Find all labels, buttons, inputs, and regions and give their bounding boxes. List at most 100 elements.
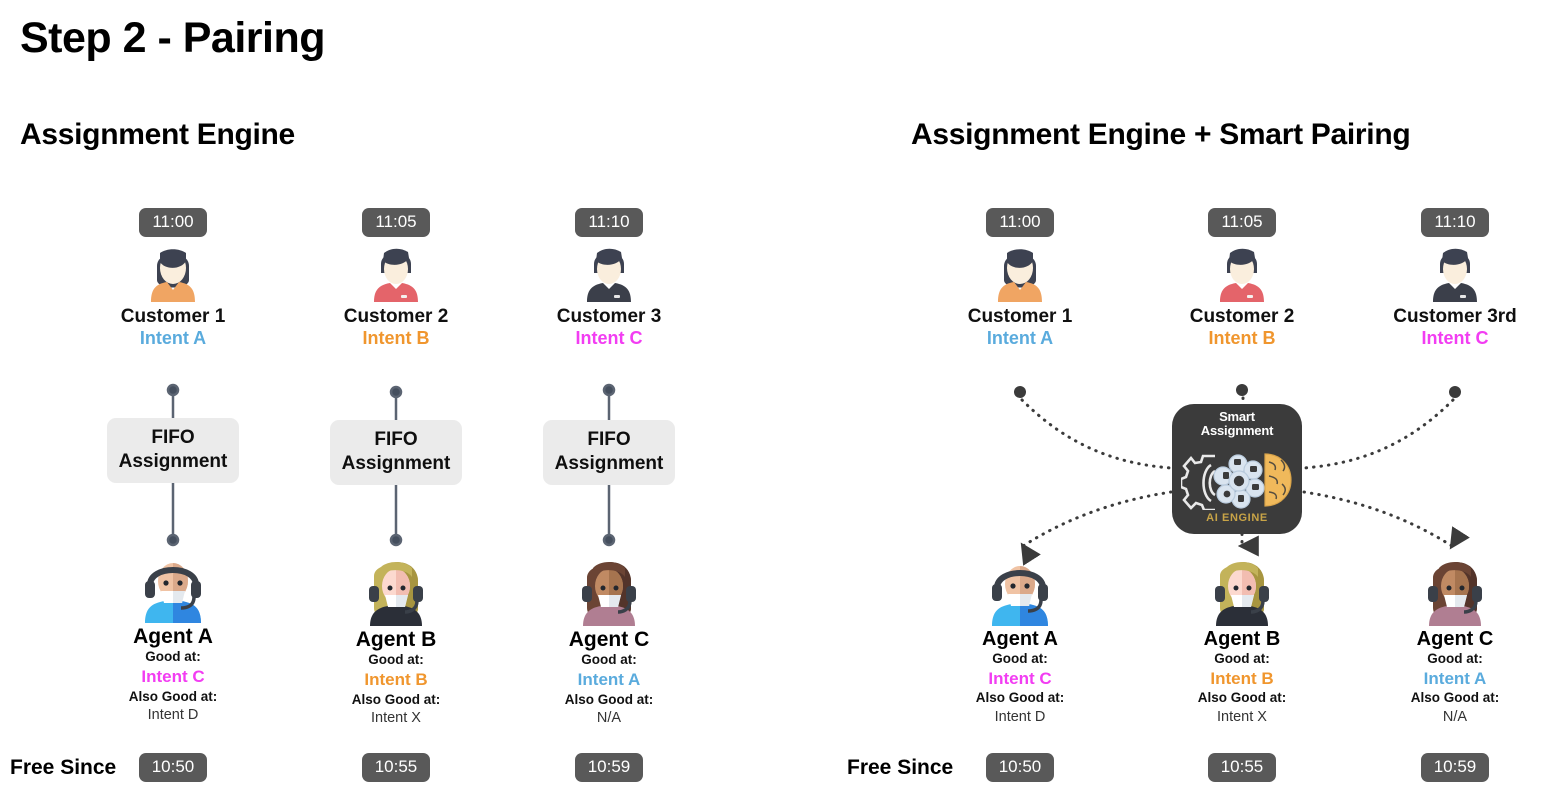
agent-free-since-chip: 10:55 bbox=[361, 753, 431, 782]
agent-name: Agent C bbox=[1416, 628, 1494, 650]
fifo-line1: FIFO bbox=[151, 427, 195, 448]
agent-name: Agent A bbox=[982, 628, 1058, 650]
fifo-box-3[interactable]: FIFO Assignment bbox=[529, 420, 689, 485]
also-good-at-value: Intent X bbox=[1217, 708, 1267, 725]
good-at-label: Good at: bbox=[1214, 651, 1270, 666]
left-customer-col-2: 11:05 Customer 2 Intent B bbox=[316, 208, 476, 351]
good-at-value: Intent B bbox=[364, 670, 428, 690]
left-agent-col-2: Agent B Good at: Intent B Also Good at: … bbox=[316, 553, 476, 728]
agent-name: Agent C bbox=[568, 628, 650, 651]
also-good-at-label: Also Good at: bbox=[1410, 690, 1500, 706]
also-good-at-label: Also Good at: bbox=[1197, 690, 1287, 706]
customer-intent: Intent C bbox=[575, 328, 643, 349]
agent-free-since-chip: 10:55 bbox=[1207, 753, 1277, 782]
right-customer-col-3: 11:10 Customer 3rd Intent C bbox=[1375, 208, 1535, 351]
right-agent-col-2: Agent B Good at: Intent B Also Good at: … bbox=[1162, 553, 1322, 727]
left-free-chip-2: 10:55 bbox=[316, 753, 476, 782]
also-good-at-value: Intent D bbox=[147, 706, 199, 723]
gear-chip-brain-icon bbox=[1181, 453, 1292, 510]
right-customer-col-2: 11:05 Customer 2 Intent B bbox=[1162, 208, 1322, 351]
agent-name: Agent B bbox=[355, 628, 437, 651]
also-good-at-label: Also Good at: bbox=[128, 688, 218, 704]
right-free-chip-1: 10:50 bbox=[940, 753, 1100, 782]
agent-avatar-b bbox=[369, 562, 423, 626]
agent-avatar-c bbox=[582, 562, 636, 626]
agent-name: Agent A bbox=[133, 625, 213, 648]
agent-avatar-a bbox=[992, 566, 1048, 626]
good-at-label: Good at: bbox=[992, 651, 1048, 666]
also-good-at-label: Also Good at: bbox=[351, 691, 441, 707]
left-agent-col-3: Agent C Good at: Intent A Also Good at: … bbox=[529, 553, 689, 728]
also-good-at-value: N/A bbox=[596, 709, 622, 726]
ai-engine-label: AI ENGINE bbox=[1206, 512, 1268, 524]
customer-intent: Intent B bbox=[362, 328, 430, 349]
good-at-value: Intent B bbox=[1210, 669, 1274, 689]
customer-avatar-male-dark bbox=[587, 248, 631, 302]
left-free-chip-1: 10:50 bbox=[93, 753, 253, 782]
customer-name: Customer 2 bbox=[1189, 305, 1295, 327]
agent-avatar-a bbox=[145, 563, 201, 623]
customer-name: Customer 1 bbox=[967, 305, 1073, 327]
free-since-label-right: Free Since bbox=[847, 756, 954, 779]
right-customer-col-1: 11:00 Customer 1 Intent A bbox=[940, 208, 1100, 351]
page-title: Step 2 - Pairing bbox=[20, 14, 326, 62]
left-agent-col-1: Agent A Good at: Intent C Also Good at: … bbox=[93, 550, 253, 725]
customer-name: Customer 3rd bbox=[1393, 305, 1517, 327]
right-agent-col-3: Agent C Good at: Intent A Also Good at: … bbox=[1375, 553, 1535, 727]
customer-time-chip: 11:00 bbox=[139, 208, 207, 237]
left-customer-col-3: 11:10 Customer 3 Intent C bbox=[529, 208, 689, 351]
pairing-diagram: Step 2 - Pairing Assignment Engine Assig… bbox=[0, 0, 1568, 788]
fifo-box-1[interactable]: FIFO Assignment bbox=[93, 418, 253, 483]
agent-avatar-b bbox=[1215, 562, 1269, 626]
agent-free-since-chip: 10:50 bbox=[138, 753, 208, 782]
customer-avatar-female-orange bbox=[151, 248, 195, 302]
right-free-chip-2: 10:55 bbox=[1162, 753, 1322, 782]
panel-title-assignment-engine: Assignment Engine bbox=[20, 118, 295, 151]
left-free-chip-3: 10:59 bbox=[529, 753, 689, 782]
good-at-label: Good at: bbox=[368, 652, 424, 668]
good-at-value: Intent A bbox=[1423, 669, 1487, 689]
agent-avatar-c bbox=[1428, 562, 1482, 626]
fifo-line1: FIFO bbox=[587, 429, 631, 450]
agent-name: Agent B bbox=[1203, 628, 1281, 650]
fifo-line2: Assignment bbox=[554, 452, 664, 474]
right-agent-col-1: Agent A Good at: Intent C Also Good at: … bbox=[940, 553, 1100, 727]
fifo-line1: FIFO bbox=[374, 429, 418, 450]
customer-time-chip: 11:10 bbox=[1421, 208, 1489, 237]
good-at-label: Good at: bbox=[1427, 651, 1483, 666]
fifo-line2: Assignment bbox=[341, 452, 451, 474]
customer-time-chip: 11:00 bbox=[986, 208, 1054, 237]
panel-title-smart-pairing: Assignment Engine + Smart Pairing bbox=[911, 118, 1411, 151]
smart-assignment-engine-box[interactable]: Smart Assignment AI ENGINE bbox=[1172, 404, 1302, 534]
fifo-box-2[interactable]: FIFO Assignment bbox=[316, 420, 476, 485]
customer-intent: Intent C bbox=[1421, 328, 1489, 349]
good-at-value: Intent C bbox=[988, 669, 1052, 689]
also-good-at-value: Intent D bbox=[994, 708, 1046, 725]
customer-avatar-female-orange bbox=[998, 248, 1042, 302]
agent-free-since-chip: 10:59 bbox=[574, 753, 644, 782]
agent-free-since-chip: 10:59 bbox=[1420, 753, 1490, 782]
customer-name: Customer 3 bbox=[556, 305, 662, 327]
customer-name: Customer 2 bbox=[343, 305, 449, 327]
good-at-value: Intent C bbox=[141, 667, 205, 687]
left-customer-col-1: 11:00 Customer 1 Intent A bbox=[93, 208, 253, 351]
engine-title-line2: Assignment bbox=[1200, 423, 1274, 439]
good-at-label: Good at: bbox=[581, 652, 637, 668]
engine-title-line1: Smart bbox=[1219, 409, 1255, 424]
customer-time-chip: 11:05 bbox=[1208, 208, 1276, 237]
good-at-label: Good at: bbox=[145, 649, 201, 665]
customer-time-chip: 11:10 bbox=[575, 208, 643, 237]
customer-name: Customer 1 bbox=[120, 305, 226, 327]
also-good-at-label: Also Good at: bbox=[564, 691, 654, 707]
customer-avatar-male-red bbox=[1220, 248, 1264, 302]
good-at-value: Intent A bbox=[577, 670, 641, 690]
also-good-at-value: N/A bbox=[1442, 708, 1468, 725]
customer-intent: Intent B bbox=[1208, 328, 1276, 349]
customer-avatar-male-red bbox=[374, 248, 418, 302]
agent-free-since-chip: 10:50 bbox=[985, 753, 1055, 782]
also-good-at-label: Also Good at: bbox=[975, 690, 1065, 706]
right-free-chip-3: 10:59 bbox=[1375, 753, 1535, 782]
customer-avatar-male-dark bbox=[1433, 248, 1477, 302]
customer-intent: Intent A bbox=[986, 328, 1054, 349]
fifo-line2: Assignment bbox=[118, 450, 228, 472]
